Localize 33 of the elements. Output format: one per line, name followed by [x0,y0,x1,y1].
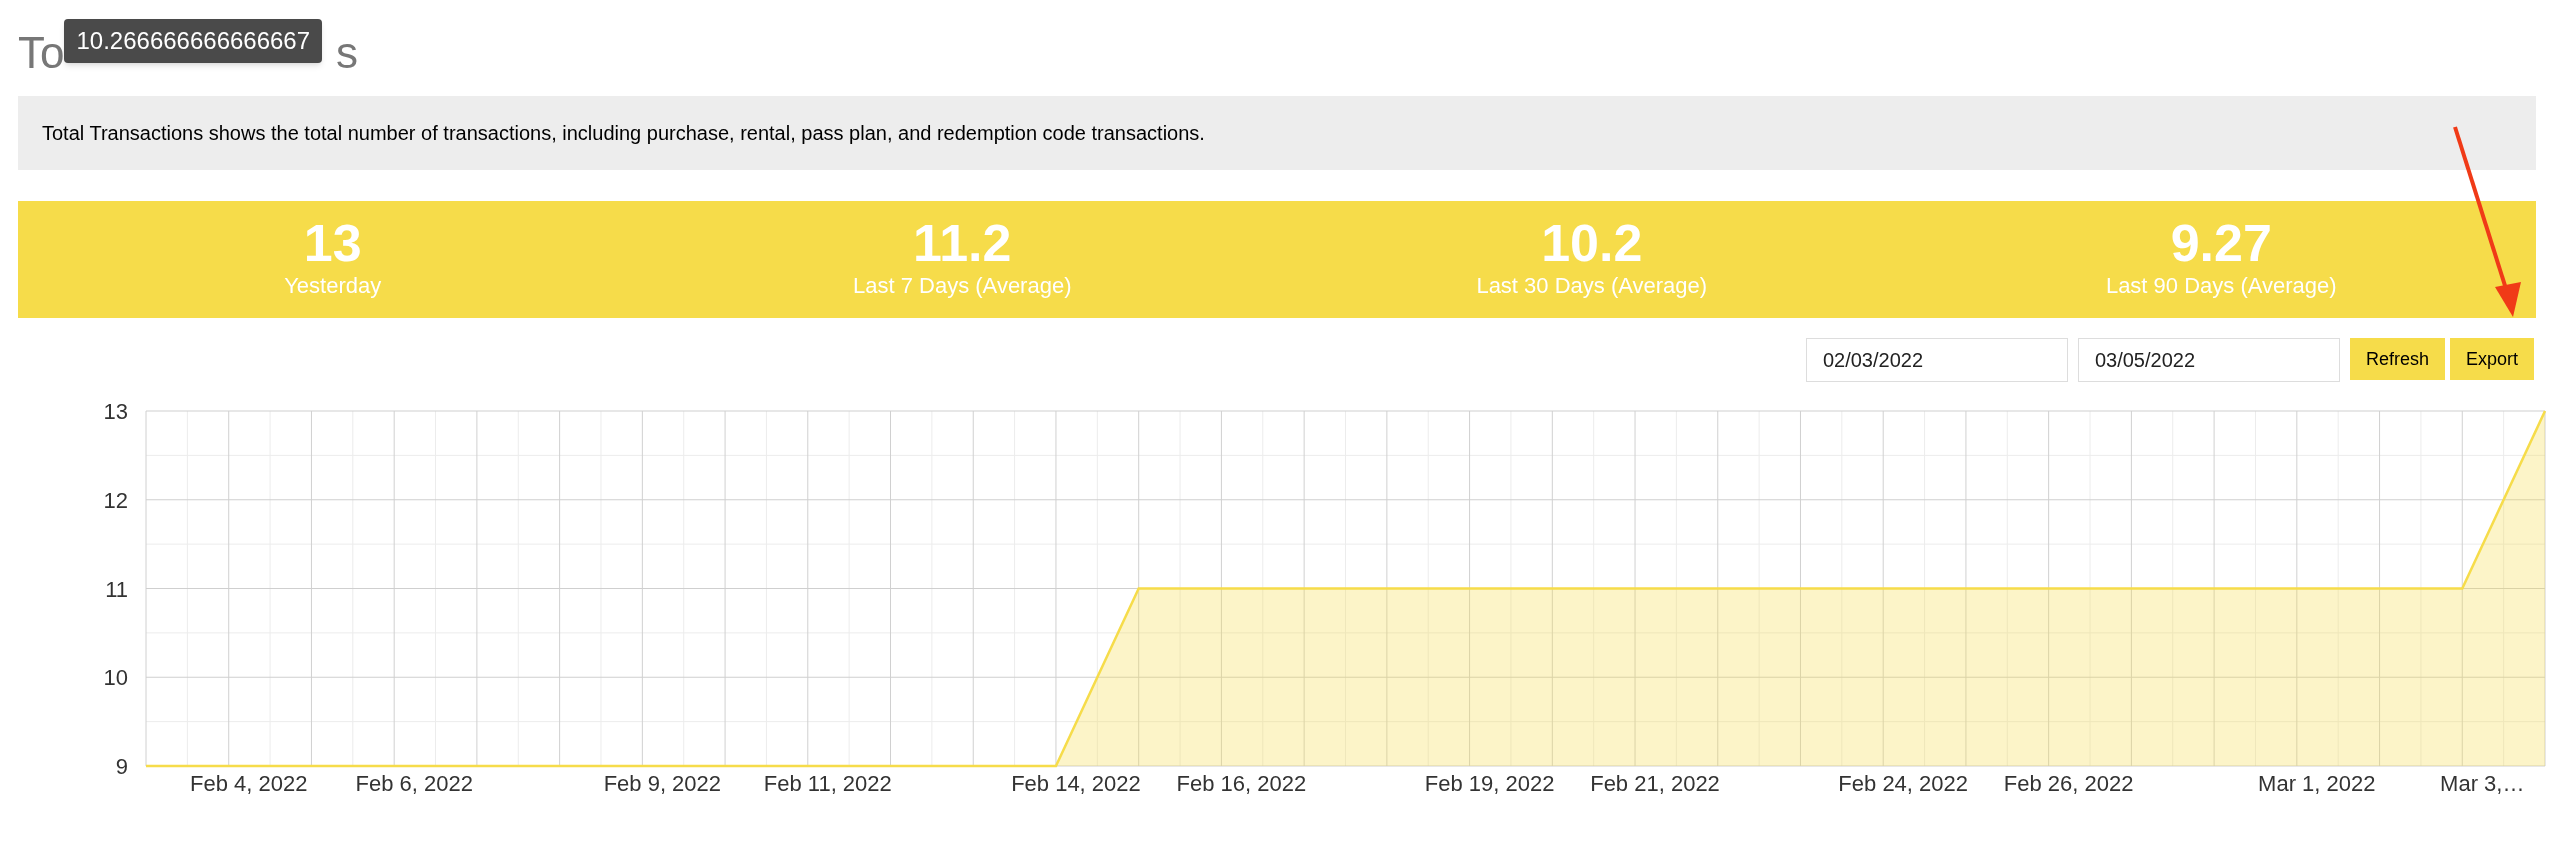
refresh-button[interactable]: Refresh [2349,338,2445,380]
axis-label: Feb 9, 2022 [603,771,722,796]
axis-label: 11 [105,576,128,602]
stat-label: Last 30 Days (Average) [1476,272,1708,300]
axis-label: 10 [103,665,128,691]
stat-value: 13 [303,217,362,269]
axis-label: 13 [103,399,128,424]
date-field[interactable]: 02/03/2022 [1805,338,2068,382]
axis-label: Feb 24, 2022 [1838,771,1969,796]
tooltip: 10.266666666666667 [64,19,323,63]
export-button[interactable]: Export [2449,338,2534,380]
axis-label: Feb 19, 2022 [1424,771,1555,796]
axis-label: Feb 21, 2022 [1590,771,1720,796]
stat-label: Last 7 Days (Average) [853,272,1072,300]
axis-label: 9 [115,754,128,779]
stat-value: 10.2 [1541,217,1643,269]
axis-label: Feb 11, 2022 [763,771,892,796]
axis-label: Feb 16, 2022 [1176,771,1307,796]
stat-value: 11.2 [913,217,1012,269]
axis-label: 12 [103,487,128,513]
axis-label: Mar 3,… [2440,771,2525,796]
axis-label: Feb 4, 2022 [190,771,308,796]
axis-label: Feb 14, 2022 [1011,771,1141,796]
date-field[interactable]: 03/05/2022 [2077,338,2340,382]
description-text: Total Transactions shows the total number of transactions, including purchase, rental, pass plan, and redemption code transactions. [42,121,1205,146]
page-title: s [336,27,359,79]
axis-label: Feb 26, 2022 [2003,771,2134,796]
page-title: To [18,27,65,79]
stat-value: 9.27 [2170,217,2272,269]
axis-label: Mar 1, 2022 [2258,771,2376,796]
stat-label: Last 90 Days (Average) [2105,272,2337,300]
axis-label: Feb 6, 2022 [355,771,473,796]
stat-label: Yesterday [284,272,382,300]
